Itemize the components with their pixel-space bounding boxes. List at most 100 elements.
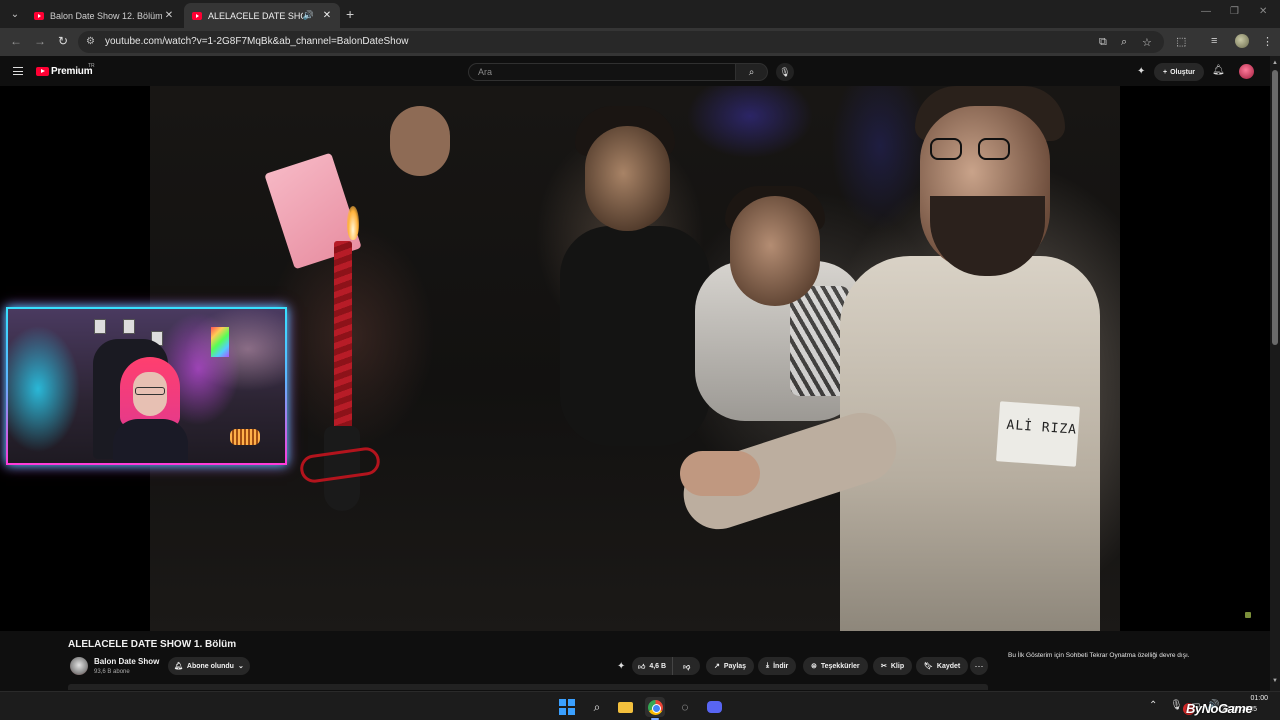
- file-explorer-icon[interactable]: [615, 697, 635, 717]
- site-info-icon[interactable]: ⚙: [86, 36, 95, 47]
- taskbar-search-icon[interactable]: ⌕: [587, 697, 607, 717]
- youtube-logo-icon[interactable]: [36, 67, 49, 76]
- page-scrollbar[interactable]: ▲ ▼: [1270, 56, 1280, 691]
- microphone-icon[interactable]: 🎙: [1170, 700, 1183, 711]
- voice-search-button[interactable]: 🎙: [776, 63, 794, 81]
- tab-search-chevron-down-icon[interactable]: ⌄: [6, 5, 24, 23]
- address-bar[interactable]: ⚙ youtube.com/watch?v=1-2G8F7MqBk&ab_cha…: [78, 31, 1164, 53]
- discord-icon[interactable]: [704, 697, 724, 717]
- search-placeholder: Ara: [478, 67, 493, 77]
- share-button[interactable]: ↗ Paylaş: [706, 657, 755, 675]
- hand: [390, 106, 450, 176]
- video-indicator: [1245, 612, 1251, 618]
- channel-watermark: ByNoGame: [1186, 701, 1253, 716]
- glasses: [930, 138, 1020, 162]
- cast-icon[interactable]: ⧉: [1099, 36, 1107, 49]
- maximize-icon[interactable]: ❐: [1230, 6, 1239, 17]
- clip-label: Klip: [890, 662, 905, 670]
- extensions-icon[interactable]: ⬚: [1176, 35, 1186, 48]
- glasses: [135, 387, 165, 395]
- tab-close-icon[interactable]: ✕: [162, 10, 176, 21]
- more-actions-icon[interactable]: ⋯: [970, 657, 988, 675]
- browser-toolbar: ← → ↻ ⚙ youtube.com/watch?v=1-2G8F7MqBk&…: [0, 28, 1280, 56]
- create-label: Oluştur: [1170, 68, 1195, 76]
- description-box[interactable]: [68, 684, 988, 690]
- account-avatar[interactable]: [1239, 64, 1254, 79]
- like-button[interactable]: 👍︎ 4,6 B: [632, 657, 674, 675]
- youtube-favicon-icon: [192, 11, 202, 20]
- save-button[interactable]: 🔖︎ Kaydet: [916, 657, 969, 675]
- microphone-icon: 🎙: [779, 66, 791, 77]
- zoom-icon[interactable]: ⌕: [1121, 36, 1127, 49]
- back-arrow-icon[interactable]: ←: [10, 34, 22, 48]
- like-dislike-bar: 👍︎ 4,6 B 👎︎: [632, 657, 700, 675]
- subscriber-count: 93,6 B abone: [94, 669, 130, 675]
- red-ribbon: [298, 445, 382, 485]
- scroll-up-icon[interactable]: ▲: [1272, 60, 1278, 66]
- poster: [94, 319, 106, 334]
- face: [585, 126, 670, 231]
- create-button[interactable]: + Oluştur: [1154, 63, 1204, 81]
- scroll-down-icon[interactable]: ▼: [1272, 678, 1278, 684]
- youtube-favicon-icon: [34, 11, 44, 20]
- scrollbar-thumb[interactable]: [1272, 70, 1278, 345]
- url-text[interactable]: youtube.com/watch?v=1-2G8F7MqBk&ab_chann…: [105, 36, 409, 47]
- media-controls-icon[interactable]: ≡: [1211, 35, 1217, 47]
- region-code: TR: [88, 63, 95, 69]
- bookmark-star-icon[interactable]: ☆: [1142, 36, 1152, 49]
- sparkle-icon[interactable]: ✦: [1137, 66, 1145, 77]
- subscribed-button[interactable]: 🔔︎ Abone olundu ⌄: [168, 657, 250, 675]
- person-dark-jacket: [560, 226, 710, 446]
- tab-alelacele-date-show[interactable]: ALELACELE DATE SHOW 1. B 🔊 ✕: [184, 3, 340, 28]
- search-icon: ⌕: [748, 66, 755, 78]
- video-title: ALELACELE DATE SHOW 1. Bölüm: [68, 639, 237, 650]
- tab-balon-date-show[interactable]: Balon Date Show 12. Bölüm - Y ✕: [26, 3, 182, 28]
- hand: [680, 451, 760, 496]
- browser-menu-icon[interactable]: ⋮: [1262, 35, 1273, 48]
- ask-sparkle-icon[interactable]: ✦: [617, 661, 625, 672]
- clip-button[interactable]: ✂ Klip: [873, 657, 913, 675]
- chevron-down-icon: ⌄: [237, 663, 244, 670]
- guide-menu-icon[interactable]: [13, 67, 23, 75]
- browser-tab-strip: ⌄ Balon Date Show 12. Bölüm - Y ✕ ALELAC…: [0, 0, 1280, 28]
- bookmark-icon: 🔖︎: [924, 663, 933, 670]
- bell-icon: 🔔︎: [174, 663, 183, 670]
- tab-close-icon[interactable]: ✕: [320, 10, 334, 21]
- plus-icon: +: [1163, 68, 1168, 76]
- name-tag: ALİ RIZA: [996, 401, 1080, 467]
- windows-start-icon[interactable]: [557, 697, 577, 717]
- candle-flame: [347, 206, 359, 240]
- new-tab-plus-icon[interactable]: +: [346, 6, 354, 22]
- tray-chevron-up-icon[interactable]: ⌃: [1149, 700, 1157, 711]
- profile-avatar[interactable]: [1235, 34, 1249, 48]
- channel-avatar[interactable]: [70, 657, 88, 675]
- channel-name[interactable]: Balon Date Show: [94, 657, 159, 666]
- speaker-icon[interactable]: 🔊: [303, 10, 314, 21]
- name-tag-text: ALİ RIZA: [1006, 417, 1078, 438]
- subscribed-label: Abone olundu: [186, 662, 234, 670]
- rainbow-poster: [211, 327, 229, 357]
- search-input[interactable]: Ara: [468, 63, 736, 81]
- forward-arrow-icon[interactable]: →: [34, 34, 46, 48]
- video-info: ALELACELE DATE SHOW 1. Bölüm Balon Date …: [0, 631, 1270, 691]
- lamp: [230, 429, 260, 445]
- video-frame: ALİ RIZA: [150, 86, 1120, 631]
- minimize-icon[interactable]: —: [1201, 6, 1211, 17]
- save-label: Kaydet: [936, 662, 961, 670]
- scissors-icon: ✂: [881, 663, 887, 670]
- tab-title: ALELACELE DATE SHOW 1. B: [208, 10, 303, 21]
- close-window-icon[interactable]: ✕: [1259, 6, 1267, 17]
- search-button[interactable]: ⌕: [736, 63, 768, 81]
- chrome-icon[interactable]: [645, 697, 665, 717]
- dislike-button[interactable]: 👎︎: [677, 662, 690, 671]
- bell-icon[interactable]: 🔔︎: [1212, 65, 1225, 76]
- tab-title: Balon Date Show 12. Bölüm - Y: [50, 10, 162, 21]
- thumbs-down-icon: 👎︎: [683, 663, 691, 671]
- reload-icon[interactable]: ↻: [58, 34, 68, 48]
- app-circle-icon[interactable]: ◌: [675, 697, 695, 717]
- download-button[interactable]: ⤓ İndir: [758, 657, 797, 675]
- windows-taskbar: ⌕ ◌ ⌃ 🎙 ▭ 🔊 01:00 27.07.2025: [0, 691, 1280, 720]
- thanks-button[interactable]: ⊜ Teşekkürler: [803, 657, 868, 675]
- youtube-premium-label[interactable]: Premium: [51, 66, 93, 77]
- poster: [123, 319, 135, 334]
